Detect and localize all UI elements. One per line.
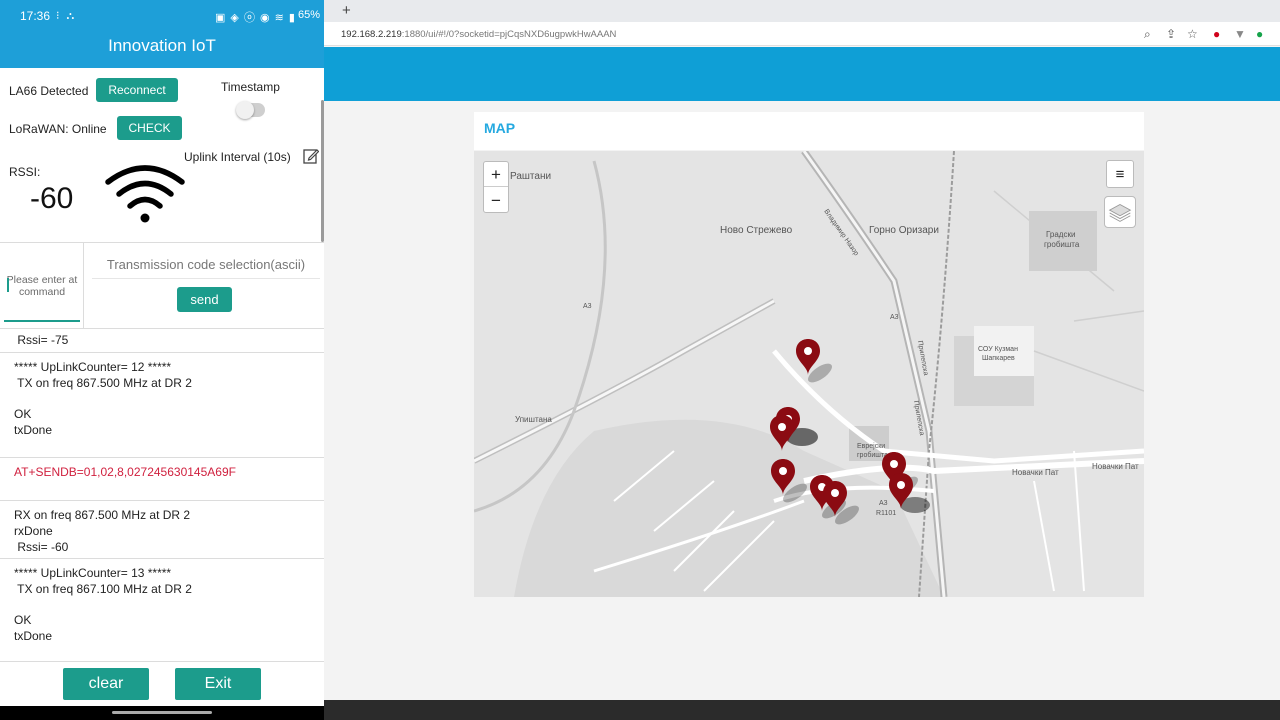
toggle-knob <box>236 101 254 119</box>
screen: 17:36 ⁝ ⛬ ▣ ◈ ⓞ ◉ ≋ ▮ 65% Innovation IoT… <box>0 0 1280 720</box>
map-label: Новачки Пат <box>1092 462 1139 471</box>
map-label: А3 <box>879 500 888 507</box>
extension-icon[interactable]: ▼ <box>1234 27 1246 41</box>
battery-level: 65% <box>297 9 320 21</box>
app-title: Innovation IoT <box>0 30 324 68</box>
map-label: А3 <box>583 303 592 310</box>
log-line: ***** UpLinkCounter= 12 ***** <box>14 360 172 374</box>
map-label: Шапкарев <box>982 355 1015 362</box>
map-card-header: MAP <box>474 112 1144 150</box>
log-divider <box>0 352 324 353</box>
map-label: А3 <box>890 314 899 321</box>
log-line: RX on freq 867.500 MHz at DR 2 <box>14 508 191 522</box>
exit-button[interactable]: Exit <box>175 668 261 700</box>
edit-icon[interactable] <box>303 148 319 164</box>
log-divider <box>0 661 324 662</box>
address-bar[interactable]: 192.168.2.219:1880/ui/#!/0?socketid=pjCq… <box>324 22 1280 46</box>
check-button[interactable]: CHECK <box>117 116 182 140</box>
log-line: txDone <box>14 423 53 437</box>
new-tab-button[interactable]: + <box>342 2 351 19</box>
layers-icon <box>1108 203 1132 222</box>
reconnect-button[interactable]: Reconnect <box>96 78 178 102</box>
map-title: MAP <box>484 120 516 136</box>
url-path: :1880/ui/#!/0?socketid=pjCqsNXD6ugpwkHwA… <box>401 29 617 40</box>
bottom-bar <box>324 700 1280 720</box>
code-selection-input[interactable]: Transmission code selection(ascii) <box>92 251 320 279</box>
map-label: СОУ Кузман <box>978 346 1018 353</box>
zoom-control: + − <box>483 161 509 213</box>
log-line: TX on freq 867.100 MHz at DR 2 <box>14 582 192 596</box>
wifi-signal-icon <box>105 165 185 223</box>
url-host: 192.168.2.219 <box>341 29 402 40</box>
system-status-icons: ▣ ◈ ⓞ ◉ ≋ ▮ <box>214 12 296 24</box>
log-line: txDone <box>14 629 53 643</box>
lorawan-status: LoRaWAN: Online <box>9 122 107 136</box>
bookmark-star-icon[interactable]: ☆ <box>1187 27 1198 41</box>
log-command-line: AT+SENDB=01,02,8,027245630145A69F <box>14 465 236 479</box>
log-line: ***** UpLinkCounter= 13 ***** <box>14 566 172 580</box>
dashboard-header <box>324 47 1280 101</box>
phone-app-panel: 17:36 ⁝ ⛬ ▣ ◈ ⓞ ◉ ≋ ▮ 65% Innovation IoT… <box>0 0 324 720</box>
timestamp-toggle[interactable] <box>236 101 265 119</box>
share-icon[interactable]: ⇪ <box>1166 27 1176 41</box>
map-label: Еврејски <box>857 443 885 450</box>
map-label: Упиштана <box>515 415 552 424</box>
log-line: rxDone <box>14 524 53 538</box>
extension-icon[interactable]: ● <box>1213 27 1220 41</box>
log-divider <box>0 500 324 501</box>
map-label: Новачки Пат <box>1012 468 1059 477</box>
map-label: Раштани <box>510 171 551 182</box>
map-label: гробишта <box>857 451 888 459</box>
menu-button[interactable]: ≡ <box>1106 160 1134 188</box>
command-input-placeholder: Please enter at command <box>6 274 78 298</box>
url-text: 192.168.2.219:1880/ui/#!/0?socketid=pjCq… <box>341 29 616 40</box>
rssi-label: RSSI: <box>9 165 41 179</box>
map-label: Ново Стрежево <box>720 225 793 236</box>
log-line: OK <box>14 407 32 421</box>
zoom-in-button[interactable]: + <box>484 162 508 187</box>
device-status: LA66 Detected <box>9 84 89 98</box>
log-line: Rssi= -75 <box>14 333 69 347</box>
log-line: TX on freq 867.500 MHz at DR 2 <box>14 376 192 390</box>
home-gesture-handle[interactable] <box>112 711 212 714</box>
command-input-box[interactable]: Please enter at command <box>0 243 84 328</box>
log-divider <box>0 457 324 458</box>
map-label: Горно Оризари <box>869 225 939 236</box>
command-input-underline <box>4 320 80 322</box>
zoom-icon[interactable]: ⌕ <box>1144 27 1151 42</box>
status-time: 17:36 <box>20 9 51 23</box>
zoom-out-button[interactable]: − <box>484 188 508 213</box>
clear-button[interactable]: clear <box>63 668 149 700</box>
uplink-interval-label: Uplink Interval (10s) <box>184 150 291 164</box>
layers-button[interactable] <box>1104 196 1136 228</box>
browser-window: + 192.168.2.219:1880/ui/#!/0?socketid=pj… <box>324 0 1280 720</box>
timestamp-label: Timestamp <box>221 80 280 94</box>
section-divider <box>0 328 324 329</box>
status-bar: 17:36 ⁝ ⛬ ▣ ◈ ⓞ ◉ ≋ ▮ 65% <box>0 0 324 30</box>
map-tiles: Раштани Ново Стрежево Горно Оризари Град… <box>474 151 1144 597</box>
send-button[interactable]: send <box>177 287 232 312</box>
text-cursor <box>7 278 9 292</box>
map-label: Градски <box>1046 230 1075 239</box>
log-line: Rssi= -60 <box>14 540 69 554</box>
rssi-value: -60 <box>30 182 74 215</box>
log-divider <box>0 558 324 559</box>
extension-icon[interactable]: ● <box>1256 27 1263 41</box>
log-line: OK <box>14 613 32 627</box>
map-widget[interactable]: Раштани Ново Стрежево Горно Оризари Град… <box>474 151 1144 597</box>
map-label: R1101 <box>876 510 896 517</box>
map-label: гробишта <box>1044 240 1080 249</box>
tab-strip: + <box>324 0 1280 22</box>
notification-icons: ⁝ ⛬ <box>56 10 77 22</box>
